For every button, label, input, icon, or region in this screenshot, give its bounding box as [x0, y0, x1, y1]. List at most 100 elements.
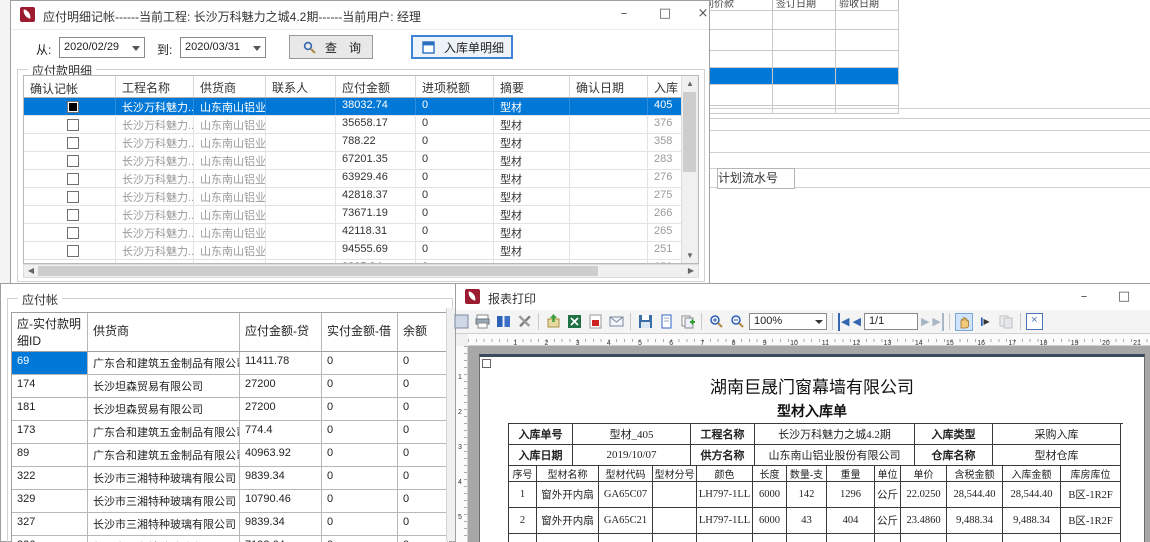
table-row[interactable] [701, 105, 899, 114]
horizontal-scrollbar[interactable]: ◀ ▶ [23, 264, 699, 278]
detail-id-cell[interactable]: 181 [12, 398, 88, 420]
zoom-in-icon[interactable] [707, 313, 725, 331]
column-header[interactable]: 应付金额-贷 [240, 313, 322, 351]
selection-handle[interactable] [482, 359, 491, 368]
last-page-icon[interactable]: ▶ [932, 313, 943, 331]
table-row[interactable]: 327 长沙市三湘特种玻璃有限公司 9839.34 0 0 [12, 513, 449, 536]
copy-icon[interactable] [997, 313, 1015, 331]
maximize-button[interactable]: □ [1111, 286, 1137, 308]
first-page-icon[interactable]: ◀ [838, 313, 849, 331]
close-preview-icon[interactable]: × [1026, 313, 1043, 330]
column-header[interactable]: 工程名称 [116, 76, 194, 97]
print-icon[interactable] [473, 313, 491, 331]
detail-id-cell[interactable]: 329 [12, 490, 88, 512]
column-header[interactable]: 入库 [648, 76, 684, 97]
confirm-checkbox[interactable] [67, 191, 79, 203]
scroll-down-icon[interactable]: ▼ [682, 248, 698, 263]
table-row[interactable]: 长沙万科魅力... 山东南山铝业... 788.22 0 型材 358 [24, 134, 698, 152]
vertical-scrollbar[interactable]: ▲ ▼ [681, 76, 698, 263]
column-header[interactable]: 摘要 [494, 76, 570, 97]
scroll-up-icon[interactable]: ▲ [682, 76, 698, 91]
zoom-level-combo[interactable]: 100% [749, 313, 827, 330]
table-row[interactable]: 89 广东合和建筑五金制品有限公司 40963.92 0 0 [12, 444, 449, 467]
export-icon[interactable] [544, 313, 562, 331]
pdf-export-icon[interactable] [586, 313, 604, 331]
column-header[interactable]: 应-实付款明细ID [12, 313, 88, 351]
inbound-detail-button[interactable]: 入库单明细 [411, 35, 513, 59]
confirm-checkbox[interactable] [67, 209, 79, 221]
minimize-button[interactable]: – [1071, 286, 1097, 308]
page-indicator-input[interactable]: 1/1 [864, 313, 918, 330]
detail-id-cell[interactable]: 326 [12, 536, 88, 542]
chevron-down-icon[interactable] [132, 46, 140, 51]
table-row[interactable]: 长沙万科魅力... 山东南山铝业... 94555.69 0 型材 251 [24, 242, 698, 260]
table-row[interactable]: 329 长沙市三湘特种玻璃有限公司 10790.46 0 0 [12, 490, 449, 513]
page-icon[interactable] [657, 313, 675, 331]
table-row[interactable]: 322 长沙市三湘特种玻璃有限公司 9839.34 0 0 [12, 467, 449, 490]
column-header[interactable]: 应付金额 [336, 76, 416, 97]
table-row[interactable]: 长沙万科魅力... 山东南山铝业... 38032.74 0 型材 405 [24, 98, 698, 116]
titlebar[interactable]: 报表打印 – □ × [456, 284, 1150, 311]
detail-id-cell[interactable]: 174 [12, 375, 88, 397]
confirm-checkbox[interactable] [67, 155, 79, 167]
detail-id-cell[interactable]: 327 [12, 513, 88, 535]
table-row[interactable]: 181 长沙坦森贸易有限公司 27200 0 0 [12, 398, 449, 421]
table-row[interactable]: 326 长沙市三湘特种玻璃有限公司 7193.64 0 0 [12, 536, 449, 542]
close-button[interactable]: × [690, 3, 716, 25]
table-row[interactable] [701, 10, 899, 29]
column-header[interactable]: 确认日期 [570, 76, 648, 97]
confirm-checkbox[interactable] [67, 173, 79, 185]
panel-icon[interactable] [452, 313, 470, 331]
scroll-right-icon[interactable]: ▶ [684, 265, 698, 277]
column-header[interactable]: 余额 [398, 313, 448, 351]
confirm-checkbox[interactable] [67, 227, 79, 239]
prev-page-icon[interactable]: ◀ [852, 313, 860, 331]
table-row[interactable]: 长沙万科魅力... 山东南山铝业... 42818.37 0 型材 275 [24, 188, 698, 206]
tools-icon[interactable] [515, 313, 533, 331]
zoom-out-icon[interactable] [728, 313, 746, 331]
excel-export-icon[interactable] [565, 313, 583, 331]
hand-tool-icon[interactable] [955, 313, 973, 331]
table-row[interactable]: 长沙万科魅力... 山东南山铝业... 67201.35 0 型材 283 [24, 152, 698, 170]
save-icon[interactable] [636, 313, 654, 331]
next-page-icon[interactable]: ▶ [921, 313, 929, 331]
scroll-left-icon[interactable]: ◀ [24, 265, 38, 277]
to-date-combo[interactable]: 2020/03/31 [180, 37, 266, 58]
column-header[interactable]: 供货商 [194, 76, 266, 97]
table-row-selected[interactable] [701, 67, 899, 84]
detail-id-cell[interactable]: 69 [12, 352, 88, 374]
text-select-icon[interactable]: I▶ [976, 313, 994, 331]
detail-id-cell[interactable]: 89 [12, 444, 88, 466]
from-date-combo[interactable]: 2020/02/29 [59, 37, 145, 58]
column-header[interactable]: 确认记帐 [24, 76, 116, 97]
confirm-checkbox[interactable] [67, 119, 79, 131]
table-row[interactable]: 174 长沙坦森贸易有限公司 27200 0 0 [12, 375, 449, 398]
book-icon[interactable] [494, 313, 512, 331]
table-row[interactable]: 长沙万科魅力... 山东南山铝业... 35658.17 0 型材 376 [24, 116, 698, 134]
confirm-checkbox[interactable] [67, 245, 79, 257]
column-header[interactable]: 供货商 [88, 313, 240, 351]
table-row[interactable]: 长沙万科魅力... 山东南山铝业... 42118.31 0 型材 265 [24, 224, 698, 242]
column-header[interactable]: 进项税额 [416, 76, 494, 97]
email-icon[interactable] [607, 313, 625, 331]
chevron-down-icon[interactable] [815, 320, 823, 324]
detail-id-cell[interactable]: 173 [12, 421, 88, 443]
confirm-checkbox[interactable] [67, 137, 79, 149]
scrollbar-thumb[interactable] [683, 92, 696, 172]
query-button[interactable]: 查 询 [289, 35, 373, 59]
confirm-checkbox[interactable] [67, 101, 79, 113]
maximize-button[interactable]: □ [652, 3, 678, 25]
detail-id-cell[interactable]: 322 [12, 467, 88, 489]
chevron-down-icon[interactable] [253, 46, 261, 51]
titlebar[interactable]: 应付明细记帐------当前工程: 长沙万科魅力之城4.2期------当前用户… [11, 1, 709, 30]
multi-page-icon[interactable] [678, 313, 696, 331]
report-preview-area[interactable]: 湖南巨晟门窗幕墙有限公司 型材入库单 入库单号 型材_405 工程名称 长沙万科… [468, 346, 1150, 542]
table-row[interactable]: 长沙万科魅力... 山东南山铝业... 73671.19 0 型材 266 [24, 206, 698, 224]
table-row[interactable] [701, 84, 899, 105]
table-row[interactable] [701, 50, 899, 67]
column-header[interactable]: 联系人 [266, 76, 336, 97]
scrollbar-thumb[interactable] [38, 266, 598, 276]
table-row[interactable] [701, 29, 899, 50]
column-header[interactable]: 实付金额-借 [322, 313, 398, 351]
close-button[interactable]: × [1146, 286, 1150, 308]
